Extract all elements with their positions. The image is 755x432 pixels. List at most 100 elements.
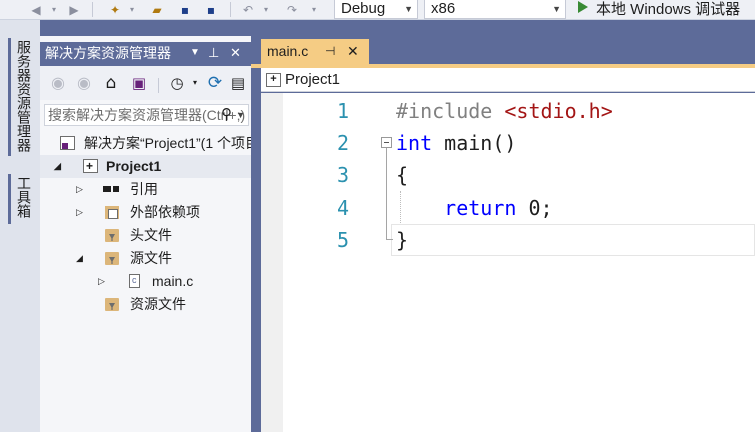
tree-item-label: 引用 xyxy=(130,181,158,197)
solution-explorer-titlebar: 解决方案资源管理器 ▼ ⊥ ✕ xyxy=(40,42,251,66)
navigate-forward-icon[interactable]: ▶ xyxy=(64,0,84,19)
undo-dropdown-icon[interactable]: ▾ xyxy=(260,0,272,19)
config-value: Debug xyxy=(341,0,386,17)
filter-dropdown-icon[interactable]: ▾ xyxy=(190,73,200,92)
filter-folder-icon xyxy=(105,252,119,265)
run-debugger-button[interactable]: 本地 Windows 调试器 xyxy=(596,0,740,19)
editor-margin xyxy=(261,93,283,432)
collapsed-arrow-icon[interactable]: ▷ xyxy=(98,270,105,293)
tab-server-explorer[interactable]: 服务器资源管理器 xyxy=(12,38,34,156)
platform-value: x86 xyxy=(431,0,456,17)
tree-item-main-c[interactable]: ▷ main.c xyxy=(40,270,251,293)
tree-item-external-deps[interactable]: ▷ 外部依赖项 xyxy=(40,201,251,224)
back-dropdown-icon[interactable]: ▾ xyxy=(48,0,60,19)
solution-config-select[interactable]: Debug ▼ xyxy=(334,0,418,19)
new-project-icon[interactable]: ✦ xyxy=(104,0,126,19)
tree-item-header-files[interactable]: 头文件 xyxy=(40,224,251,247)
preprocessor-token: #include xyxy=(396,99,493,123)
filter-folder-icon xyxy=(105,298,119,311)
line-number: 1 xyxy=(336,99,349,123)
references-icon xyxy=(103,186,121,194)
code-editor[interactable]: 1 2 3 4 5 #include <stdio.h> int main() … xyxy=(261,93,755,432)
forward-icon[interactable]: ◉ xyxy=(74,73,94,92)
tree-item-solution[interactable]: 解决方案“Project1”(1 个项目/共 1 个) xyxy=(40,132,251,155)
save-icon[interactable]: ▪ xyxy=(174,0,196,19)
pin-icon[interactable]: ⊥ xyxy=(208,42,219,64)
collapse-block-icon[interactable] xyxy=(381,137,392,148)
tree-item-label: 源文件 xyxy=(130,250,172,266)
collapsed-arrow-icon[interactable]: ▷ xyxy=(76,201,83,224)
main-toolbar: ◀ ▾ ▶ ✦ ▾ ▰ ▪ ▪ ↶ ▾ ↷ ▾ Debug ▼ x86 ▼ 本地… xyxy=(0,0,755,20)
code-line-1: #include <stdio.h> xyxy=(396,95,613,127)
scope-navigation-bar[interactable]: + Project1 xyxy=(261,68,755,92)
refresh-icon[interactable]: ⟳ xyxy=(204,73,226,93)
close-icon[interactable]: ✕ xyxy=(230,42,241,64)
chevron-down-icon: ▼ xyxy=(552,4,561,14)
tree-item-label: Project1 xyxy=(106,158,162,174)
expanded-arrow-icon[interactable]: ◢ xyxy=(54,155,61,178)
redo-icon[interactable]: ↷ xyxy=(282,0,302,19)
header-token: <stdio.h> xyxy=(504,99,613,123)
tree-item-resource-files[interactable]: 资源文件 xyxy=(40,293,251,316)
search-placeholder: 搜索解决方案资源管理器(Ctrl+;) xyxy=(48,107,246,123)
external-deps-icon xyxy=(105,206,119,219)
tree-item-references[interactable]: ▷ 引用 xyxy=(40,178,251,201)
side-tool-strip: 服务器资源管理器 工具箱 xyxy=(0,20,40,432)
current-line-highlight xyxy=(391,224,755,256)
chevron-down-icon: ▼ xyxy=(404,4,413,14)
line-number: 5 xyxy=(336,228,349,252)
line-number: 2 xyxy=(336,131,349,155)
keyword-token: int xyxy=(396,131,433,155)
project-icon xyxy=(83,155,98,178)
navigate-back-icon[interactable]: ◀ xyxy=(26,0,46,19)
panel-title: 解决方案资源管理器 xyxy=(45,45,171,61)
code-token: 0; xyxy=(516,196,553,220)
toolbar-separator xyxy=(158,78,159,93)
line-number: 4 xyxy=(336,196,349,220)
play-icon[interactable] xyxy=(578,1,588,13)
tab-main-c[interactable]: main.c ⊣ ✕ xyxy=(261,39,369,64)
filter-folder-icon xyxy=(105,229,119,242)
tree-item-label: 资源文件 xyxy=(130,296,186,312)
code-token: { xyxy=(396,163,409,187)
collapsed-arrow-icon[interactable]: ▷ xyxy=(76,178,83,201)
solution-search-input[interactable]: 搜索解决方案资源管理器(Ctrl+;) ⚲ ▼ xyxy=(44,104,249,126)
line-number: 3 xyxy=(336,163,349,187)
tree-item-project[interactable]: ◢ Project1 xyxy=(40,155,251,178)
toolbar-separator xyxy=(92,2,93,17)
pin-icon[interactable]: ⊣ xyxy=(325,39,335,64)
tree-item-label: 头文件 xyxy=(130,227,172,243)
close-icon[interactable]: ✕ xyxy=(347,39,359,64)
pending-changes-icon[interactable]: ◷ xyxy=(166,73,188,92)
redo-dropdown-icon[interactable]: ▾ xyxy=(308,0,320,19)
tab-toolbox[interactable]: 工具箱 xyxy=(12,174,34,224)
switch-views-icon[interactable]: ▣ xyxy=(128,73,150,92)
home-icon[interactable]: ⌂ xyxy=(100,73,122,93)
tree-item-label: main.c xyxy=(152,273,194,289)
search-options-icon[interactable]: ▼ xyxy=(236,105,245,125)
tab-indicator xyxy=(8,174,11,224)
fold-guide-end xyxy=(386,239,393,240)
open-folder-icon[interactable]: ▰ xyxy=(146,0,168,19)
collapse-all-icon[interactable]: ▤ xyxy=(228,73,248,92)
new-dropdown-icon[interactable]: ▾ xyxy=(126,0,138,19)
expanded-arrow-icon[interactable]: ◢ xyxy=(76,247,83,270)
code-line-4: return 0; xyxy=(396,192,553,224)
tree-item-source-files[interactable]: ◢ 源文件 xyxy=(40,247,251,270)
window-position-icon[interactable]: ▼ xyxy=(190,42,200,64)
fold-guide xyxy=(386,148,387,240)
c-file-icon xyxy=(129,270,140,292)
solution-platform-select[interactable]: x86 ▼ xyxy=(424,0,566,19)
project-scope-label: Project1 xyxy=(285,71,341,88)
search-icon[interactable]: ⚲ xyxy=(221,105,232,125)
tab-indicator xyxy=(8,38,11,156)
project-icon: + xyxy=(266,73,281,87)
back-icon[interactable]: ◉ xyxy=(48,73,68,92)
tree-item-label: 外部依赖项 xyxy=(130,204,200,220)
toolbar-separator xyxy=(230,2,231,17)
save-all-icon[interactable]: ▪ xyxy=(200,0,222,19)
tab-label: main.c xyxy=(267,43,309,59)
solution-explorer-panel: 解决方案资源管理器 ▼ ⊥ ✕ ◉ ◉ ⌂ ▣ ◷ ▾ ⟳ ▤ 搜索解决方案资源… xyxy=(40,36,251,432)
undo-icon[interactable]: ↶ xyxy=(238,0,258,19)
code-line-5: } xyxy=(396,224,408,256)
